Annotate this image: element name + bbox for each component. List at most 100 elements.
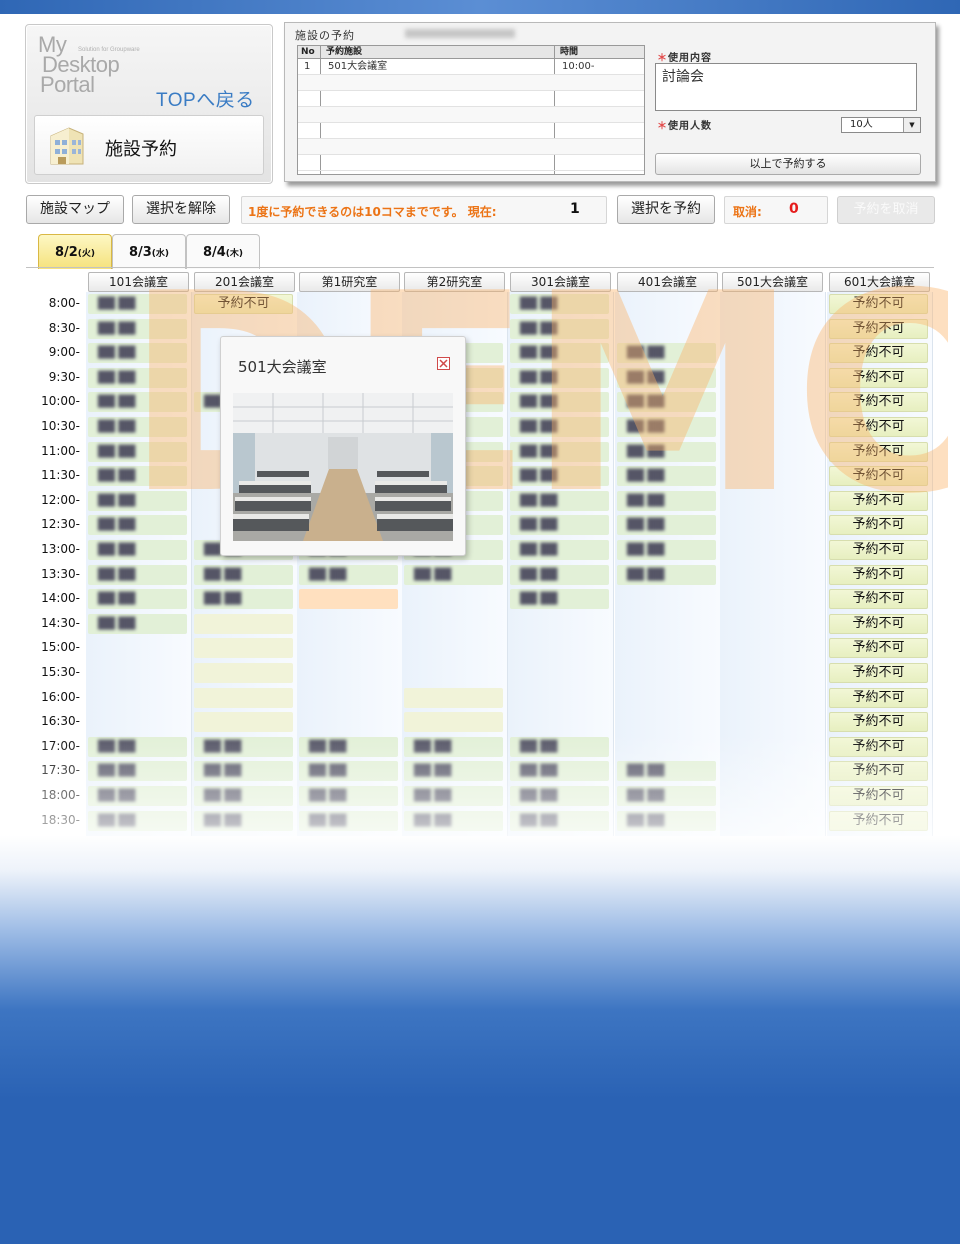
booking-slot[interactable]: ██ ██ <box>510 515 609 536</box>
booking-slot[interactable]: ██ ██ <box>88 589 187 610</box>
reserve-selection-button[interactable]: 選択を予約 <box>617 195 715 224</box>
top-link[interactable]: TOPへ戻る <box>156 85 255 112</box>
booking-slot[interactable]: ██ ██ <box>88 564 187 585</box>
booking-slot[interactable]: ██ ██ <box>617 392 716 413</box>
booking-slot[interactable]: ██ ██ <box>617 564 716 585</box>
booking-slot[interactable]: ██ ██ <box>617 490 716 511</box>
booking-slot[interactable]: ██ ██ <box>510 417 609 437</box>
booking-slot[interactable]: ██ ██ <box>510 736 609 757</box>
booking-slot[interactable]: ██ ██ <box>194 810 293 831</box>
unavailable-slot[interactable]: 予約不可 <box>194 294 293 314</box>
booking-slot[interactable]: ██ ██ <box>617 417 716 437</box>
booking-slot[interactable]: ██ ██ <box>617 367 716 388</box>
close-icon[interactable] <box>437 357 450 370</box>
cancel-reservation-button[interactable]: 予約を取消 <box>837 196 935 224</box>
booking-slot[interactable]: ██ ██ <box>88 613 187 634</box>
booking-slot[interactable]: ██ ██ <box>617 515 716 536</box>
room-header[interactable]: 501大会議室 <box>722 272 823 292</box>
time-label: 16:30- <box>41 714 80 729</box>
booking-slot[interactable]: ██ ██ <box>510 441 609 462</box>
people-select[interactable]: 10人 ▼ <box>841 117 921 133</box>
room-header[interactable]: 101会議室 <box>88 272 189 292</box>
booking-slot[interactable]: ██ ██ <box>617 343 716 364</box>
selected-slot[interactable] <box>299 589 398 610</box>
booking-slot[interactable]: ██ ██ <box>299 786 398 806</box>
booking-slot[interactable]: ██ ██ <box>88 515 187 536</box>
booking-slot[interactable] <box>194 712 293 733</box>
booking-slot[interactable]: ██ ██ <box>617 441 716 462</box>
booking-slot[interactable]: ██ ██ <box>510 367 609 388</box>
booking-slot[interactable]: ██ ██ <box>617 810 716 831</box>
date-tab[interactable]: 8/2(火) <box>38 234 112 269</box>
booking-slot[interactable]: ██ ██ <box>404 736 503 757</box>
booking-slot[interactable]: ██ ██ <box>88 441 187 462</box>
booking-slot[interactable]: ██ ██ <box>194 761 293 782</box>
room-header[interactable]: 401会議室 <box>617 272 718 292</box>
booking-slot[interactable]: ██ ██ <box>88 417 187 437</box>
date-tab[interactable]: 8/4(木) <box>186 234 260 269</box>
booking-slot[interactable]: ██ ██ <box>617 761 716 782</box>
booking-slot[interactable]: ██ ██ <box>510 810 609 831</box>
booking-slot[interactable]: ██ ██ <box>88 540 187 560</box>
booking-slot[interactable]: ██ ██ <box>510 564 609 585</box>
booking-slot[interactable] <box>404 687 503 708</box>
booking-slot[interactable]: ██ ██ <box>510 786 609 806</box>
booking-slot[interactable]: ██ ██ <box>510 490 609 511</box>
booking-slot[interactable]: ██ ██ <box>299 761 398 782</box>
time-label: 12:30- <box>41 517 80 532</box>
booking-slot[interactable]: ██ ██ <box>88 466 187 487</box>
booking-slot[interactable]: ██ ██ <box>88 736 187 757</box>
booking-slot[interactable] <box>194 613 293 634</box>
booking-slot[interactable]: ██ ██ <box>88 786 187 806</box>
booking-slot[interactable]: ██ ██ <box>510 294 609 314</box>
booking-slot[interactable]: ██ ██ <box>404 786 503 806</box>
booking-slot[interactable] <box>194 687 293 708</box>
room-header[interactable]: 301会議室 <box>510 272 611 292</box>
booking-slot[interactable]: ██ ██ <box>510 466 609 487</box>
booking-slot[interactable] <box>404 712 503 733</box>
booking-slot[interactable]: ██ ██ <box>194 736 293 757</box>
booking-slot[interactable]: ██ ██ <box>510 761 609 782</box>
booking-slot[interactable]: ██ ██ <box>510 589 609 610</box>
booking-slot[interactable]: ██ ██ <box>510 540 609 560</box>
room-header[interactable]: 601大会議室 <box>829 272 930 292</box>
booking-slot[interactable]: ██ ██ <box>617 540 716 560</box>
room-header[interactable]: 第1研究室 <box>299 272 400 292</box>
booking-slot[interactable]: ██ ██ <box>88 318 187 339</box>
booking-slot[interactable]: ██ ██ <box>404 810 503 831</box>
booking-slot[interactable] <box>194 663 293 683</box>
clear-selection-button[interactable]: 選択を解除 <box>132 195 230 224</box>
booking-slot[interactable]: ██ ██ <box>88 490 187 511</box>
booking-slot[interactable]: ██ ██ <box>88 810 187 831</box>
booking-slot[interactable]: ██ ██ <box>299 736 398 757</box>
room-header[interactable]: 201会議室 <box>194 272 295 292</box>
booking-slot[interactable]: ██ ██ <box>88 761 187 782</box>
booking-slot[interactable]: ██ ██ <box>510 318 609 339</box>
reservation-row <box>298 91 644 107</box>
date-tab[interactable]: 8/3(水) <box>112 234 186 269</box>
facility-map-button[interactable]: 施設マップ <box>26 195 124 224</box>
booking-slot[interactable]: ██ ██ <box>194 589 293 610</box>
unavailable-slot: 予約不可 <box>829 712 928 733</box>
booking-slot[interactable]: ██ ██ <box>510 343 609 364</box>
booking-slot[interactable]: ██ ██ <box>88 343 187 364</box>
chevron-down-icon[interactable]: ▼ <box>903 118 920 132</box>
booking-slot[interactable]: ██ ██ <box>617 786 716 806</box>
booking-slot[interactable]: ██ ██ <box>299 810 398 831</box>
booking-slot[interactable]: ██ ██ <box>194 564 293 585</box>
booking-slot[interactable]: ██ ██ <box>510 392 609 413</box>
usage-input[interactable] <box>655 63 917 111</box>
booking-slot[interactable]: ██ ██ <box>88 294 187 314</box>
submit-reservation-button[interactable]: 以上で予約する <box>655 153 921 175</box>
booking-slot[interactable]: ██ ██ <box>88 367 187 388</box>
room-header[interactable]: 第2研究室 <box>404 272 505 292</box>
booking-slot[interactable]: ██ ██ <box>617 466 716 487</box>
booking-slot[interactable]: ██ ██ <box>404 761 503 782</box>
reservation-panel: 施設の予約 No 予約施設 時間 1 501大会議室 10:00- ＊使用内容 ＊使… <box>284 22 936 182</box>
booking-slot[interactable]: ██ ██ <box>194 786 293 806</box>
booking-slot[interactable]: ██ ██ <box>299 564 398 585</box>
booking-slot[interactable] <box>194 638 293 659</box>
booking-slot[interactable]: ██ ██ <box>404 564 503 585</box>
logo: My Desktop Portal <box>38 34 158 96</box>
booking-slot[interactable]: ██ ██ <box>88 392 187 413</box>
